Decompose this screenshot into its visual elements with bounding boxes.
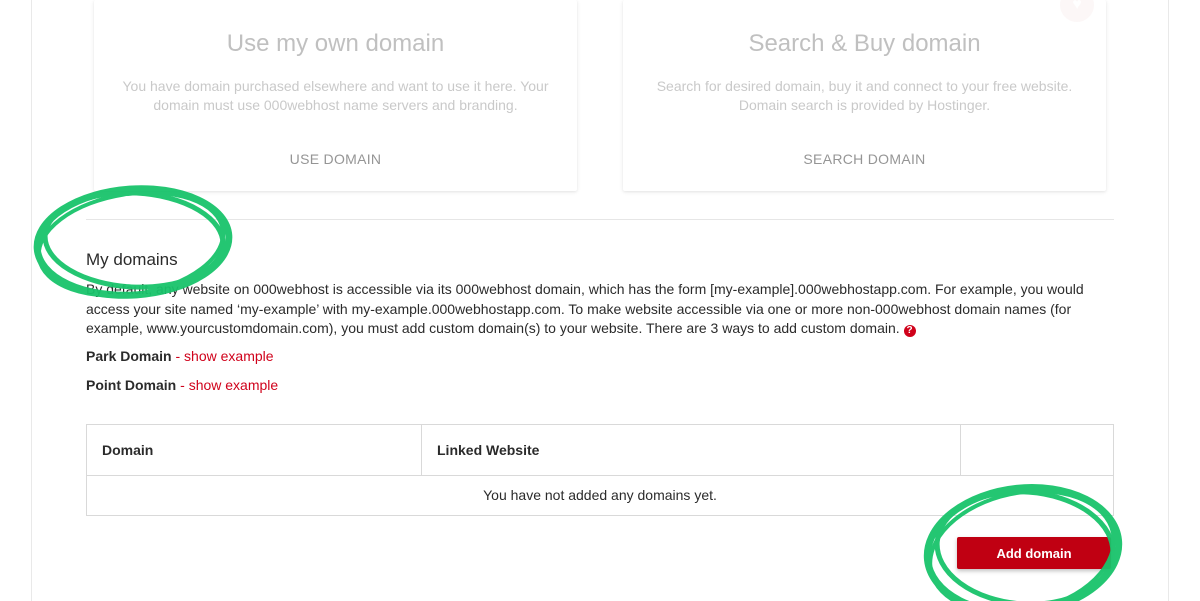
card-description: Search for desired domain, buy it and co… bbox=[656, 78, 1073, 113]
point-domain-row: Point Domain - show example bbox=[86, 377, 278, 393]
point-domain-label: Point Domain bbox=[86, 377, 177, 393]
help-icon[interactable]: ? bbox=[903, 325, 916, 337]
section-divider bbox=[86, 219, 1114, 220]
separator: - bbox=[171, 348, 185, 364]
domains-table: Domain Linked Website You have not added… bbox=[86, 424, 1114, 516]
card-title: Search & Buy domain bbox=[748, 30, 981, 57]
column-header-actions bbox=[961, 425, 1113, 475]
add-domain-button[interactable]: Add domain bbox=[957, 537, 1111, 569]
park-domain-label: Park Domain bbox=[86, 348, 172, 364]
park-domain-row: Park Domain - show example bbox=[86, 348, 274, 364]
empty-table-message: You have not added any domains yet. bbox=[483, 487, 717, 503]
search-domain-button[interactable]: SEARCH DOMAIN bbox=[623, 151, 1106, 167]
card-title: Use my own domain bbox=[226, 30, 445, 57]
search-buy-domain-card: Search & Buy domain Search for desired d… bbox=[623, 0, 1106, 191]
card-description: You have domain purchased elsewhere and … bbox=[122, 78, 549, 113]
column-header-linked-website: Linked Website bbox=[422, 425, 961, 475]
point-domain-show-example-link[interactable]: show example bbox=[189, 377, 279, 393]
separator: - bbox=[176, 377, 189, 393]
use-own-domain-card: Use my own domain You have domain purcha… bbox=[94, 0, 577, 191]
table-header: Domain Linked Website bbox=[87, 425, 1113, 476]
my-domains-title: My domains bbox=[86, 250, 178, 269]
my-domains-description: By default, any website on 000webhost is… bbox=[86, 280, 1096, 339]
column-header-domain: Domain bbox=[87, 425, 422, 475]
use-domain-button[interactable]: USE DOMAIN bbox=[94, 151, 577, 167]
park-domain-show-example-link[interactable]: show example bbox=[184, 348, 274, 364]
description-text: By default, any website on 000webhost is… bbox=[86, 281, 1084, 336]
